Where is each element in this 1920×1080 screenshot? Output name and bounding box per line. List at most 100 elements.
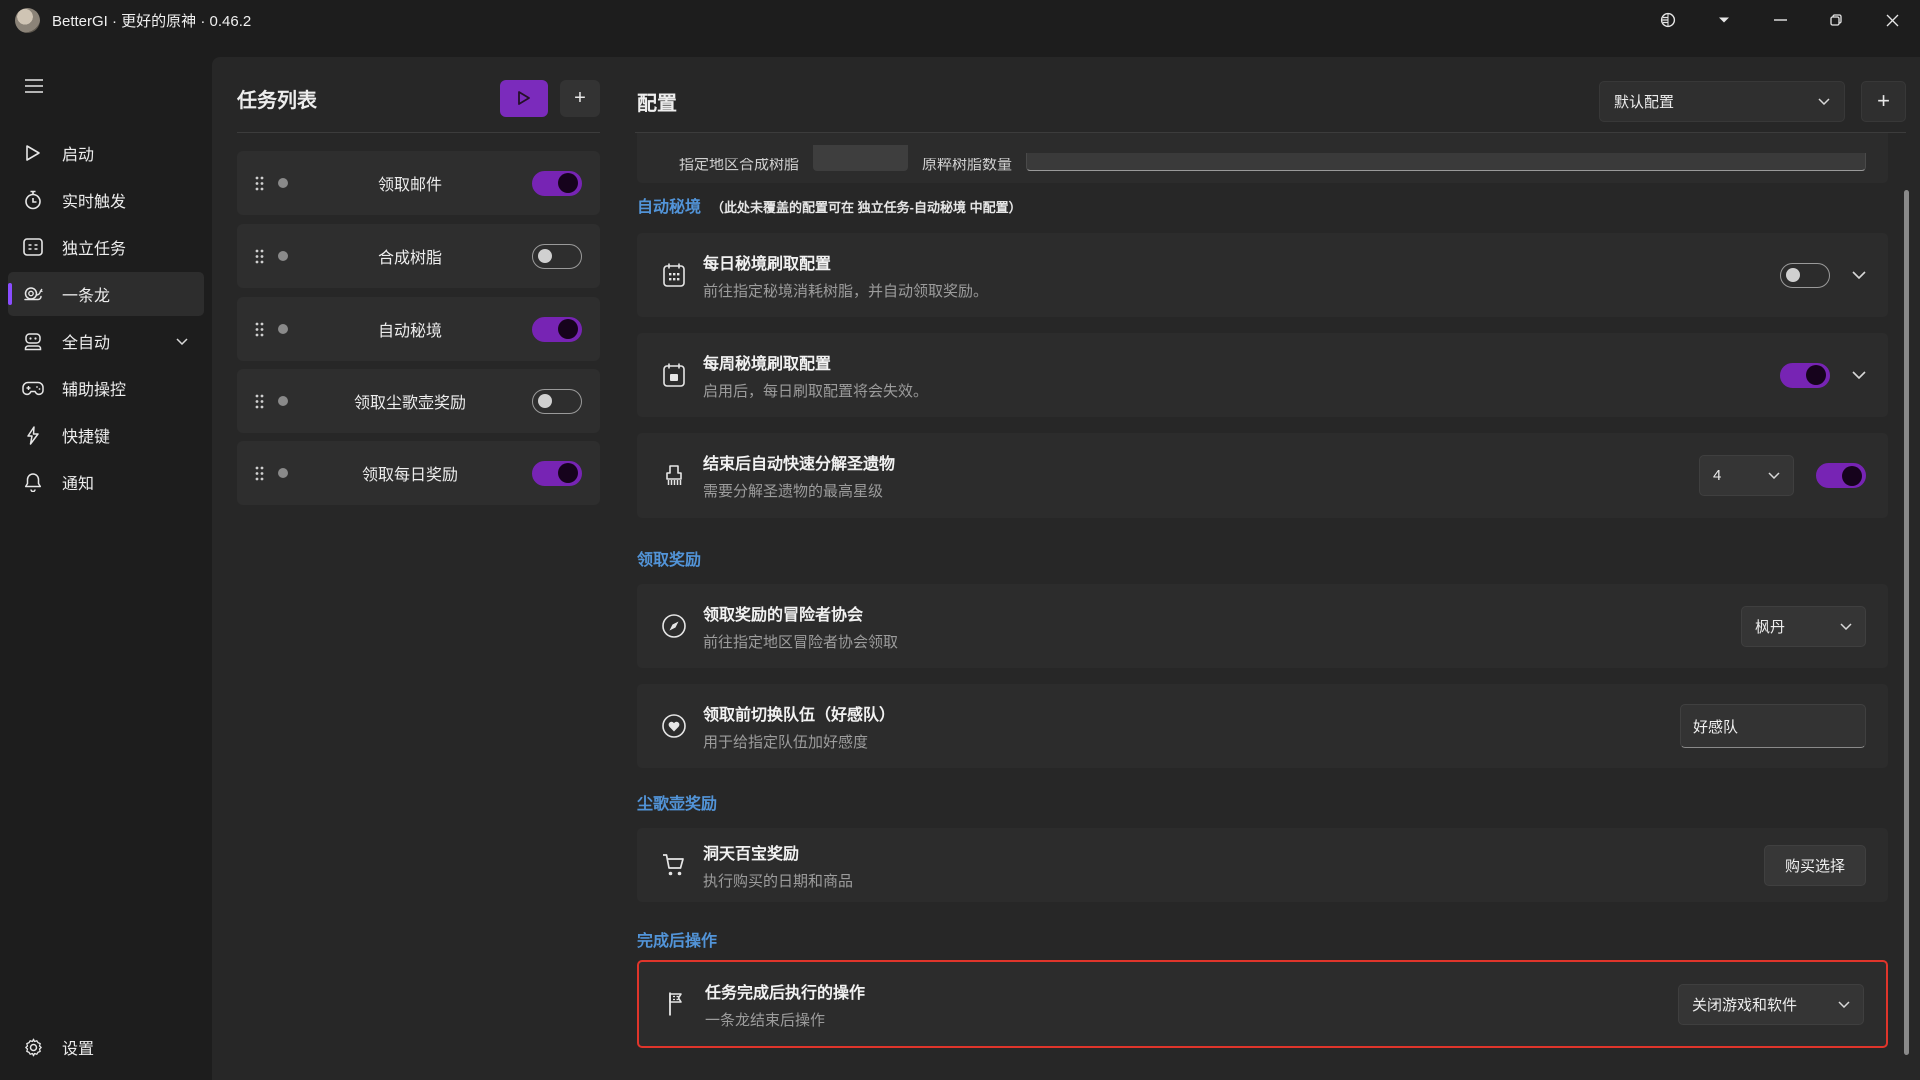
config-row-partial[interactable]: 指定地区合成树脂 原粹树脂数量 — [637, 133, 1888, 183]
gamepad-icon — [22, 381, 44, 396]
config-row-daily-domain[interactable]: 每日秘境刷取配置 前往指定秘境消耗树脂，并自动领取奖励。 — [637, 233, 1888, 317]
profile-select[interactable]: 默认配置 — [1599, 81, 1845, 122]
sidebar-item-one-dragon[interactable]: 一条龙 — [8, 272, 204, 316]
gear-icon — [22, 1038, 44, 1057]
sidebar-item-full-auto[interactable]: 全自动 — [8, 319, 204, 363]
row-subtitle: 用于给指定队伍加好感度 — [703, 731, 895, 752]
expand-chevron-icon[interactable] — [1852, 271, 1866, 279]
row-subtitle: 前往指定地区冒险者协会领取 — [703, 631, 898, 652]
sidebar-item-label: 通知 — [62, 470, 94, 494]
drag-handle-icon[interactable] — [255, 394, 264, 409]
section-header-auto-domain: 自动秘境（此处未覆盖的配置可在 独立任务-自动秘境 中配置） — [637, 193, 1022, 217]
config-row-shop[interactable]: 洞天百宝奖励 执行购买的日期和商品 购买选择 — [637, 828, 1888, 902]
restore-icon[interactable] — [1808, 0, 1864, 40]
sidebar-item-label: 启动 — [62, 141, 94, 165]
sidebar-nav: 启动 实时触发 独立任务 一条龙 全自动 辅助操控 快捷键 通知 — [0, 128, 212, 507]
drag-handle-icon[interactable] — [255, 249, 264, 264]
team-name-input[interactable] — [1680, 704, 1866, 748]
partial-row-select[interactable] — [813, 145, 908, 171]
expand-chevron-icon[interactable] — [1852, 371, 1866, 379]
guild-region-select[interactable]: 枫丹 — [1741, 606, 1866, 647]
sidebar-item-label: 一条龙 — [62, 282, 110, 306]
status-dot — [278, 396, 288, 406]
contrast-icon[interactable] — [1640, 0, 1696, 40]
task-toggle[interactable] — [532, 389, 582, 414]
sidebar: 启动 实时触发 独立任务 一条龙 全自动 辅助操控 快捷键 通知 — [0, 40, 212, 1080]
sidebar-item-hotkeys[interactable]: 快捷键 — [8, 413, 204, 457]
task-row[interactable]: 合成树脂 — [237, 224, 600, 288]
task-row[interactable]: 领取每日奖励 — [237, 441, 600, 505]
task-toggle[interactable] — [532, 171, 582, 196]
chevron-down-icon — [1838, 1001, 1850, 1008]
task-label: 自动秘境 — [288, 317, 532, 341]
hotkey-icon — [22, 426, 44, 445]
sidebar-item-label: 设置 — [62, 1035, 94, 1059]
task-toggle[interactable] — [532, 317, 582, 342]
purchase-select-button[interactable]: 购买选择 — [1764, 845, 1866, 886]
task-row[interactable]: 领取尘歌壶奖励 — [237, 369, 600, 433]
dropdown-triangle-icon[interactable] — [1696, 0, 1752, 40]
salvage-toggle[interactable] — [1816, 463, 1866, 488]
play-icon — [22, 144, 44, 162]
config-row-salvage[interactable]: 结束后自动快速分解圣遗物 需要分解圣遗物的最高星级 4 — [637, 433, 1888, 518]
section-note: （此处未覆盖的配置可在 独立任务-自动秘境 中配置） — [711, 200, 1022, 215]
vertical-scrollbar[interactable] — [1904, 190, 1909, 1055]
divider — [237, 132, 600, 133]
sidebar-item-realtime-trigger[interactable]: 实时触发 — [8, 178, 204, 222]
sidebar-item-start[interactable]: 启动 — [8, 131, 204, 175]
content-surface: 任务列表 + 领取邮件 合成树脂 自动秘境 领取 — [212, 57, 1920, 1080]
minimize-icon[interactable] — [1752, 0, 1808, 40]
sidebar-item-label: 快捷键 — [62, 423, 110, 447]
chevron-down-icon[interactable] — [176, 338, 188, 345]
drag-handle-icon[interactable] — [255, 176, 264, 191]
add-task-button[interactable]: + — [560, 80, 600, 117]
daily-domain-toggle[interactable] — [1780, 263, 1830, 288]
task-toggle[interactable] — [532, 244, 582, 269]
hamburger-menu-icon[interactable] — [14, 68, 54, 104]
stopwatch-icon — [22, 190, 44, 210]
salvage-brush-icon — [659, 463, 689, 489]
cart-icon — [659, 852, 689, 878]
drag-handle-icon[interactable] — [255, 322, 264, 337]
sidebar-item-independent-tasks[interactable]: 独立任务 — [8, 225, 204, 269]
app-avatar — [15, 8, 40, 33]
config-scroll-area[interactable]: 指定地区合成树脂 原粹树脂数量 自动秘境（此处未覆盖的配置可在 独立任务-自动秘… — [635, 133, 1906, 1080]
row-subtitle: 启用后，每日刷取配置将会失效。 — [703, 380, 928, 401]
sidebar-item-assist-control[interactable]: 辅助操控 — [8, 366, 204, 410]
config-row-weekly-domain[interactable]: 每周秘境刷取配置 启用后，每日刷取配置将会失效。 — [637, 333, 1888, 417]
task-label: 领取邮件 — [288, 171, 532, 195]
partial-row-input[interactable] — [1026, 153, 1866, 171]
run-tasks-button[interactable] — [500, 80, 548, 117]
snail-icon — [22, 286, 44, 302]
task-row[interactable]: 自动秘境 — [237, 297, 600, 361]
sidebar-item-notifications[interactable]: 通知 — [8, 460, 204, 504]
post-action-value: 关闭游戏和软件 — [1692, 994, 1797, 1015]
config-row-team[interactable]: 领取前切换队伍（好感队） 用于给指定队伍加好感度 — [637, 684, 1888, 768]
config-row-post-action[interactable]: 任务完成后执行的操作 一条龙结束后操作 关闭游戏和软件 — [637, 960, 1888, 1048]
task-toggle[interactable] — [532, 461, 582, 486]
section-header-teapot: 尘歌壶奖励 — [637, 790, 717, 814]
weekly-domain-toggle[interactable] — [1780, 363, 1830, 388]
chevron-down-icon — [1818, 98, 1830, 105]
row-title: 每周秘境刷取配置 — [703, 350, 928, 374]
close-icon[interactable] — [1864, 0, 1920, 40]
config-panel: 配置 默认配置 + 指定地区合成树脂 原粹树脂数量 自动秘境（此处未覆盖的配置可… — [635, 57, 1920, 1080]
sidebar-footer: 设置 — [0, 1022, 212, 1072]
salvage-star-select[interactable]: 4 — [1699, 455, 1794, 496]
profile-select-value: 默认配置 — [1614, 91, 1674, 112]
task-card-icon — [22, 238, 44, 256]
config-row-guild[interactable]: 领取奖励的冒险者协会 前往指定地区冒险者协会领取 枫丹 — [637, 584, 1888, 668]
calendar-days-icon — [659, 262, 689, 288]
task-label: 领取尘歌壶奖励 — [288, 389, 532, 413]
play-icon — [517, 90, 531, 106]
task-label: 合成树脂 — [288, 244, 532, 268]
drag-handle-icon[interactable] — [255, 466, 264, 481]
sidebar-item-settings[interactable]: 设置 — [8, 1025, 204, 1069]
partial-row-label-right: 原粹树脂数量 — [922, 158, 1012, 171]
add-profile-button[interactable]: + — [1861, 81, 1906, 122]
task-row[interactable]: 领取邮件 — [237, 151, 600, 215]
section-header-post-action: 完成后操作 — [637, 927, 717, 951]
chevron-down-icon — [1768, 472, 1780, 479]
row-subtitle: 需要分解圣遗物的最高星级 — [703, 480, 895, 501]
post-action-select[interactable]: 关闭游戏和软件 — [1678, 984, 1864, 1025]
